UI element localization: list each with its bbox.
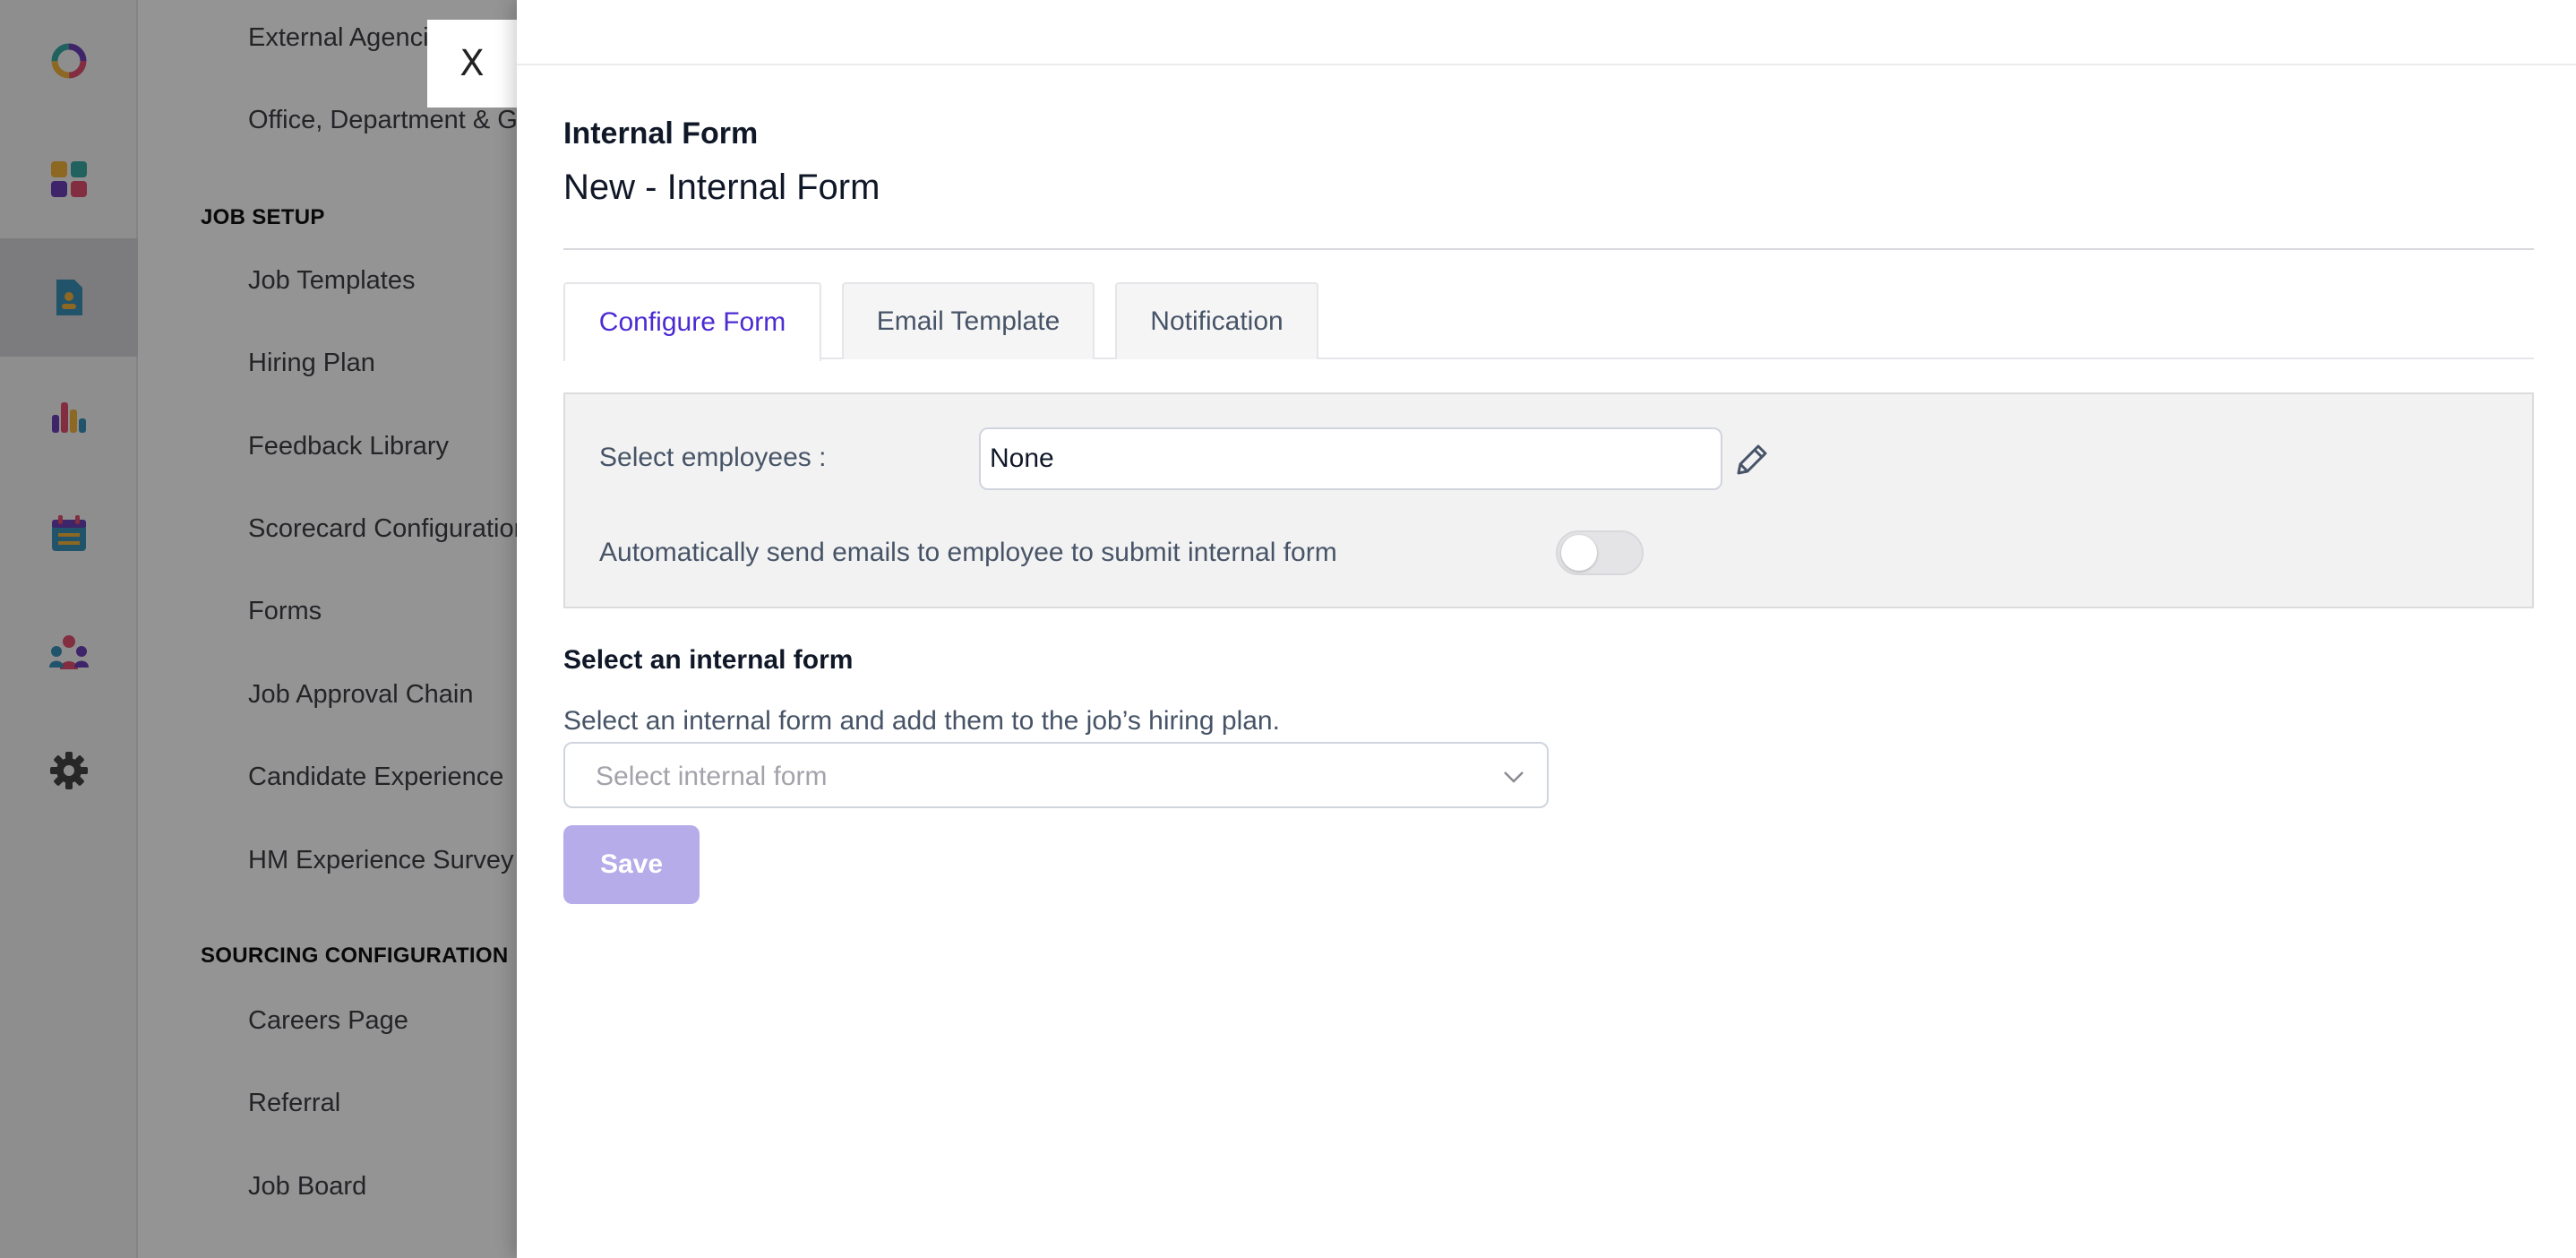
configure-form-panel: Select employees : None Automatically se… — [563, 392, 2534, 608]
save-button[interactable]: Save — [563, 825, 700, 904]
internal-form-select-placeholder: Select internal form — [596, 762, 828, 791]
internal-form-select[interactable]: Select internal form — [563, 742, 1549, 808]
edit-pencil-icon[interactable] — [1731, 439, 1773, 480]
select-employees-field[interactable]: None — [979, 427, 1722, 490]
close-drawer-button[interactable]: X — [427, 20, 517, 108]
tab-notification[interactable]: Notification — [1115, 282, 1318, 359]
drawer-topbar — [517, 0, 2576, 65]
toggle-knob — [1561, 535, 1597, 571]
page-title: New - Internal Form — [563, 168, 880, 207]
auto-send-emails-toggle[interactable] — [1556, 530, 1644, 575]
select-employees-label: Select employees : — [599, 443, 827, 472]
title-divider — [563, 248, 2534, 250]
close-icon: X — [459, 43, 485, 84]
tab-configure-form[interactable]: Configure Form — [563, 282, 821, 361]
chevron-down-icon — [1504, 771, 1524, 783]
select-internal-form-description: Select an internal form and add them to … — [563, 706, 1280, 736]
select-internal-form-heading: Select an internal form — [563, 645, 854, 675]
form-kind-label: Internal Form — [563, 116, 759, 151]
auto-send-emails-label: Automatically send emails to employee to… — [599, 538, 1337, 567]
tab-email-template[interactable]: Email Template — [842, 282, 1095, 359]
internal-form-drawer: Internal Form New - Internal Form Config… — [517, 0, 2576, 1258]
form-tabs: Configure Form Email Template Notificati… — [563, 282, 2534, 361]
